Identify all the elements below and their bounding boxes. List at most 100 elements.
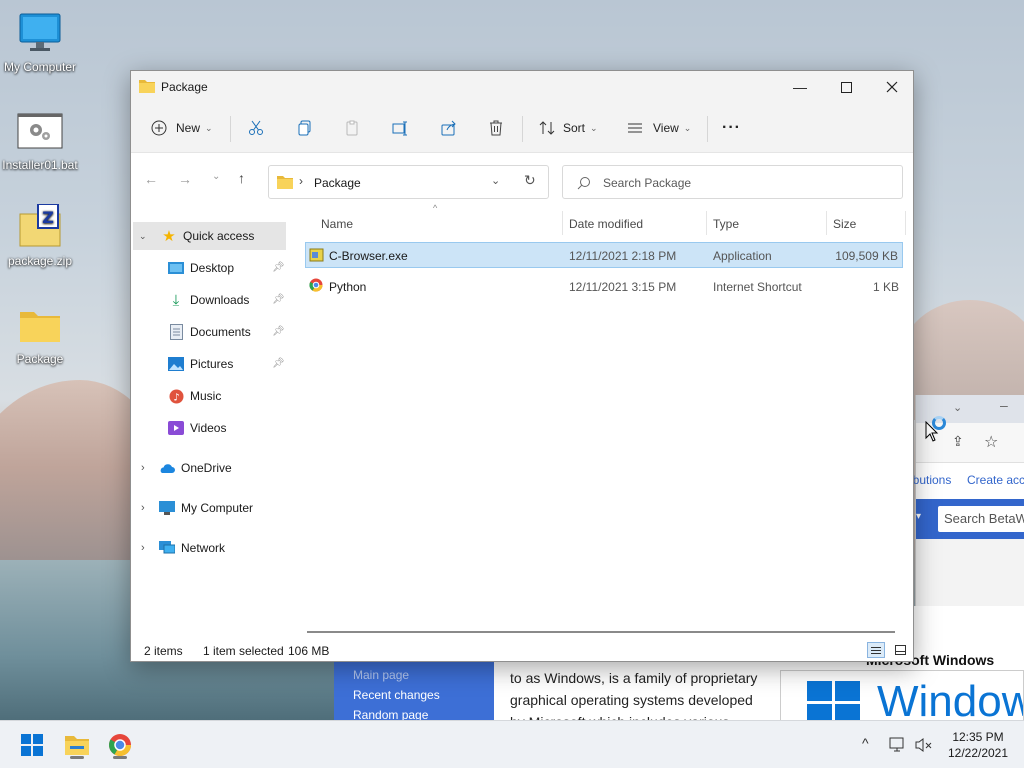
up-arrow-icon[interactable]: ↑ [238, 170, 245, 186]
close-button[interactable] [869, 71, 915, 103]
browser-search-bar: ▾ Search BetaW [916, 499, 1024, 539]
nav-quick-access[interactable]: ⌄ ★ Quick access [139, 222, 254, 250]
nav-item-music[interactable]: ♪ Music [168, 382, 221, 410]
details-view-button[interactable] [867, 642, 885, 658]
column-header-date[interactable]: Date modified [569, 217, 643, 231]
wiki-link-recent-changes[interactable]: Recent changes [353, 685, 494, 705]
windows-logo-icon [807, 681, 860, 721]
toolbar-separator [230, 116, 231, 142]
volume-muted-icon[interactable] [915, 737, 933, 756]
download-arrow-icon: ⤓ [172, 291, 180, 309]
nav-item-documents[interactable]: Documents [168, 318, 251, 346]
taskbar-chrome[interactable] [100, 729, 140, 761]
column-divider[interactable] [905, 211, 906, 235]
nav-network[interactable]: › Network [141, 534, 225, 562]
nav-item-downloads[interactable]: ⤓ Downloads [168, 286, 250, 314]
file-date: 12/11/2021 2:18 PM [569, 249, 677, 263]
share-icon[interactable]: ⇪ [952, 433, 964, 450]
file-size: 109,509 KB [835, 249, 898, 263]
maximize-button[interactable] [823, 71, 869, 103]
cloud-icon [159, 460, 175, 476]
search-icon [577, 177, 590, 190]
tiles-view-button[interactable] [891, 642, 909, 658]
zip-archive-icon: Z [16, 203, 64, 252]
column-divider[interactable] [706, 211, 707, 235]
search-placeholder: Search Package [603, 176, 692, 190]
title-bar[interactable]: Package — [131, 71, 913, 103]
nav-item-desktop[interactable]: Desktop [168, 254, 234, 282]
paste-button[interactable] [344, 116, 360, 140]
sort-icon [539, 121, 555, 135]
active-indicator [70, 756, 84, 759]
sort-button[interactable]: Sort ⌄ [539, 116, 598, 140]
star-icon[interactable]: ☆ [984, 432, 998, 452]
horizontal-scrollbar[interactable] [307, 631, 895, 633]
share-button[interactable] [441, 116, 457, 140]
clipboard-icon [346, 120, 358, 136]
column-divider[interactable] [826, 211, 827, 235]
breadcrumb-package[interactable]: Package [314, 176, 361, 190]
column-header-name[interactable]: Name [321, 217, 353, 231]
desktop-icon-label: Package [16, 352, 64, 366]
desktop-icon-label: package.zip [7, 254, 73, 268]
create-account-link[interactable]: Create acc [967, 473, 1024, 487]
nav-my-computer[interactable]: › My Computer [141, 494, 253, 522]
pin-icon[interactable]: 📌︎ [272, 326, 285, 337]
network-status-icon[interactable] [889, 737, 907, 756]
expand-chevron-icon[interactable]: › [141, 502, 159, 514]
video-icon [168, 420, 184, 436]
pin-icon[interactable]: 📌︎ [272, 294, 285, 305]
pin-icon[interactable]: 📌︎ [272, 358, 285, 369]
trash-icon [490, 120, 502, 136]
chevron-down-icon[interactable]: ⌄ [953, 401, 962, 414]
chrome-icon [109, 734, 131, 756]
selection-count: 1 item selected [203, 644, 284, 658]
desktop-icon-my-computer[interactable]: My Computer [0, 10, 80, 74]
address-bar[interactable]: › Package ⌄ ↻ [268, 165, 549, 199]
wiki-link-main-page[interactable]: Main page [353, 665, 494, 685]
recent-locations-chevron-icon[interactable]: ⌄ [212, 171, 220, 182]
pin-icon[interactable]: 📌︎ [272, 262, 285, 273]
delete-button[interactable] [488, 116, 504, 140]
taskbar-file-explorer[interactable] [57, 729, 97, 761]
desktop-icon-installer[interactable]: Installer01.bat [0, 108, 80, 172]
new-button[interactable]: New ⌄ [151, 116, 213, 140]
minimize-icon[interactable]: – [1000, 397, 1008, 413]
refresh-icon[interactable]: ↻ [524, 172, 536, 189]
desktop-icon-package-folder[interactable]: Package [0, 302, 80, 366]
expand-chevron-icon[interactable]: › [141, 542, 159, 554]
address-dropdown-icon[interactable]: ⌄ [491, 174, 500, 187]
nav-onedrive[interactable]: › OneDrive [141, 454, 232, 482]
back-arrow-icon[interactable]: ← [144, 171, 158, 187]
column-header-type[interactable]: Type [713, 217, 739, 231]
nav-item-pictures[interactable]: Pictures [168, 350, 233, 378]
wiki-sidebar: Main page Recent changes Random page [334, 661, 494, 722]
tiles-view-icon [894, 645, 906, 655]
dropdown-arrow-icon[interactable]: ▾ [916, 511, 921, 522]
column-divider[interactable] [562, 211, 563, 235]
desktop-icon-package-zip[interactable]: Z package.zip [0, 203, 80, 268]
start-button[interactable] [12, 729, 52, 761]
column-header-size[interactable]: Size [833, 217, 856, 231]
show-hidden-icons-chevron-icon[interactable]: ^ [862, 735, 869, 751]
search-input[interactable]: Search Package [562, 165, 903, 199]
nav-label: Desktop [190, 261, 235, 275]
view-button[interactable]: View ⌄ [627, 116, 691, 140]
wiki-search-input[interactable]: Search BetaW [938, 506, 1024, 532]
rename-button[interactable] [392, 116, 408, 140]
expand-chevron-icon[interactable]: › [141, 462, 159, 474]
forward-arrow-icon[interactable]: → [178, 171, 192, 187]
nav-item-videos[interactable]: Videos [168, 414, 226, 442]
minimize-button[interactable]: — [777, 71, 823, 103]
more-options-button[interactable]: ··· [722, 116, 741, 140]
system-clock[interactable]: 12:35 PM 12/22/2021 [946, 729, 1010, 761]
expand-chevron-icon[interactable]: ⌄ [139, 231, 153, 242]
details-view-icon [871, 646, 881, 654]
copy-button[interactable] [297, 116, 313, 140]
cut-button[interactable] [248, 116, 264, 140]
file-name: Python [329, 280, 367, 294]
star-icon: ★ [162, 228, 176, 245]
file-row-python[interactable]: Python 12/11/2021 3:15 PM Internet Short… [305, 274, 903, 300]
file-explorer-window[interactable]: Package — New ⌄ Sort ⌄ View ⌄ ··· ← → ⌄ … [130, 70, 914, 662]
file-row-c-browser[interactable]: C-Browser.exe 12/11/2021 2:18 PM Applica… [305, 242, 903, 268]
